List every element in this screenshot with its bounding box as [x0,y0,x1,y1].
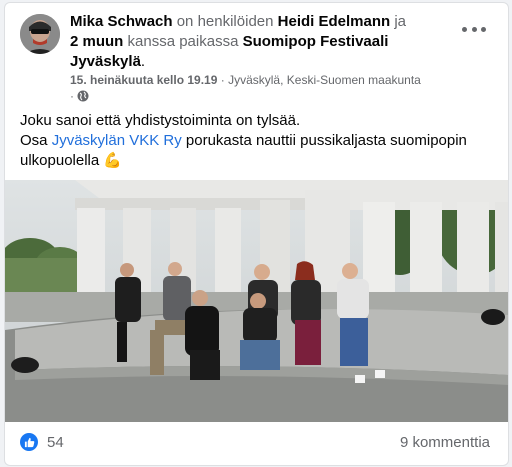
tagged-person[interactable]: Heidi Edelmann [278,13,391,30]
place-text: kanssa paikassa [127,33,239,50]
others-link[interactable]: 2 muun [70,33,123,50]
post-footer: 54 9 kommenttia [5,422,508,465]
with-text: on henkilöiden [176,13,274,30]
more-options-icon[interactable] [462,21,486,37]
comments-count[interactable]: 9 kommenttia [400,434,490,451]
reaction-count[interactable]: 54 [47,434,64,451]
avatar-image [20,14,60,54]
headline-end: . [140,53,146,70]
author-avatar[interactable] [20,14,60,54]
group-link[interactable]: Jyväskylän VKK Ry [52,132,182,149]
post-text-prefix: Osa [20,132,48,149]
post-photo[interactable] [5,180,508,422]
meta-separator: · [220,73,225,87]
author-name[interactable]: Mika Schwach [70,13,173,30]
post-card: Mika Schwach on henkilöiden Heidi Edelma… [4,2,509,466]
post-text-line1: Joku sanoi että yhdistystoiminta on tyls… [20,112,301,129]
privacy-separator: · [70,89,74,103]
thumbs-up-icon[interactable] [20,433,38,451]
post-headline: Mika Schwach on henkilöiden Heidi Edelma… [70,12,450,72]
post-date[interactable]: 15. heinäkuuta kello 19.19 [70,73,217,87]
flexed-biceps-icon: 💪 [103,152,123,169]
post-text: Joku sanoi että yhdistystoiminta on tyls… [20,111,500,171]
post-header: Mika Schwach on henkilöiden Heidi Edelma… [5,3,508,103]
and-text: ja [394,13,407,30]
post-location[interactable]: Jyväskylä, Keski-Suomen maakunta [228,73,421,87]
group-photo-image [5,180,508,422]
post-meta: 15. heinäkuuta kello 19.19 · Jyväskylä, … [70,72,470,106]
globe-icon[interactable] [77,90,89,106]
